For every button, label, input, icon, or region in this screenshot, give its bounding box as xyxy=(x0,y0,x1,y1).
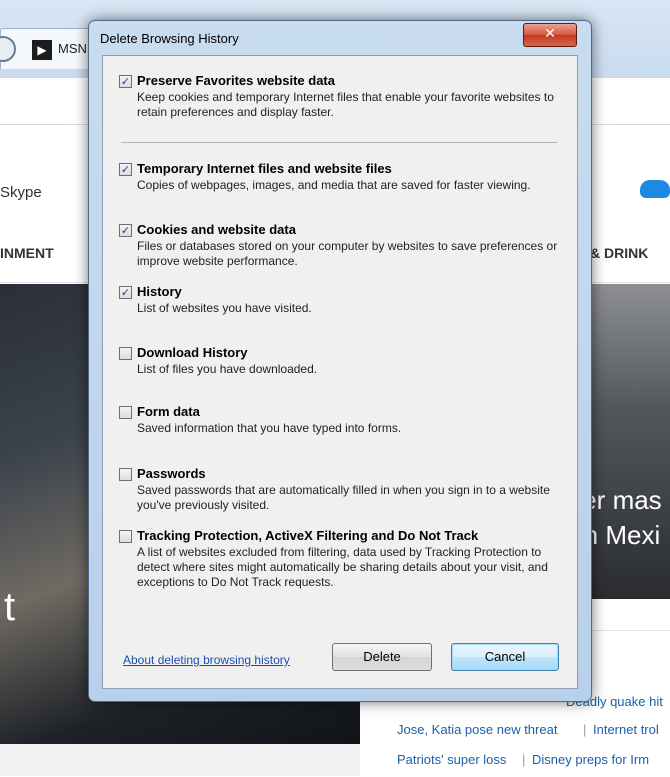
link-separator: | xyxy=(522,752,526,767)
trending-link[interactable]: Internet trol xyxy=(593,722,659,737)
option-title: Download History xyxy=(137,345,248,360)
option-description: Files or databases stored on your comput… xyxy=(137,239,558,268)
check-icon: ✓ xyxy=(120,224,131,237)
nav-item-entertainment[interactable]: INMENT xyxy=(0,245,54,261)
delete-button[interactable]: Delete xyxy=(332,643,432,671)
temporary-files-checkbox[interactable]: ✓ xyxy=(119,163,132,176)
check-icon: ✓ xyxy=(120,286,131,299)
cookies-checkbox[interactable]: ✓ xyxy=(119,224,132,237)
preserve-favorites-checkbox[interactable]: ✓ xyxy=(119,75,132,88)
page-footer-strip xyxy=(0,744,360,776)
nav-item-food-drink[interactable]: & DRINK xyxy=(590,245,648,261)
option-description: Saved passwords that are automatically f… xyxy=(137,483,550,512)
form-data-checkbox[interactable] xyxy=(119,406,132,419)
dialog-content: ✓ Preserve Favorites website data Keep c… xyxy=(102,55,578,689)
tab-label: MSN xyxy=(58,41,87,56)
option-title: Cookies and website data xyxy=(137,222,296,237)
option-description: Keep cookies and temporary Internet file… xyxy=(137,90,554,119)
option-title: Temporary Internet files and website fil… xyxy=(137,161,392,176)
cancel-button[interactable]: Cancel xyxy=(451,643,559,671)
option-title: Form data xyxy=(137,404,200,419)
dialog-title: Delete Browsing History xyxy=(100,31,239,46)
close-button[interactable]: ✕ xyxy=(523,23,577,47)
option-description: List of files you have downloaded. xyxy=(137,362,318,376)
option-description: Saved information that you have typed in… xyxy=(137,421,402,435)
option-description: A list of websites excluded from filteri… xyxy=(137,545,548,589)
passwords-checkbox[interactable] xyxy=(119,468,132,481)
close-icon: ✕ xyxy=(544,26,556,42)
option-description: List of websites you have visited. xyxy=(137,301,312,315)
option-title: Passwords xyxy=(137,466,206,481)
about-deleting-history-link[interactable]: About deleting browsing history xyxy=(123,653,290,667)
link-separator: | xyxy=(583,722,587,737)
tracking-protection-checkbox[interactable] xyxy=(119,530,132,543)
option-title: History xyxy=(137,284,182,299)
hero-headline-left[interactable]: t xyxy=(4,585,15,630)
check-icon: ✓ xyxy=(120,75,131,88)
skype-link[interactable]: Skype xyxy=(0,184,42,201)
trending-link[interactable]: Patriots' super loss xyxy=(397,752,506,767)
option-title: Preserve Favorites website data xyxy=(137,73,335,88)
option-description: Copies of webpages, images, and media th… xyxy=(137,178,531,192)
msn-icon: ▶ xyxy=(32,40,52,60)
check-icon: ✓ xyxy=(120,163,131,176)
delete-browsing-history-dialog: Delete Browsing History ✕ ✓ Preserve Fav… xyxy=(88,20,592,702)
download-history-checkbox[interactable] xyxy=(119,347,132,360)
option-title: Tracking Protection, ActiveX Filtering a… xyxy=(137,528,479,543)
trending-link[interactable]: Jose, Katia pose new threat xyxy=(397,722,557,737)
separator xyxy=(121,142,557,143)
onedrive-cloud-icon[interactable] xyxy=(640,180,670,198)
history-checkbox[interactable]: ✓ xyxy=(119,286,132,299)
trending-link[interactable]: Disney preps for Irm xyxy=(532,752,649,767)
